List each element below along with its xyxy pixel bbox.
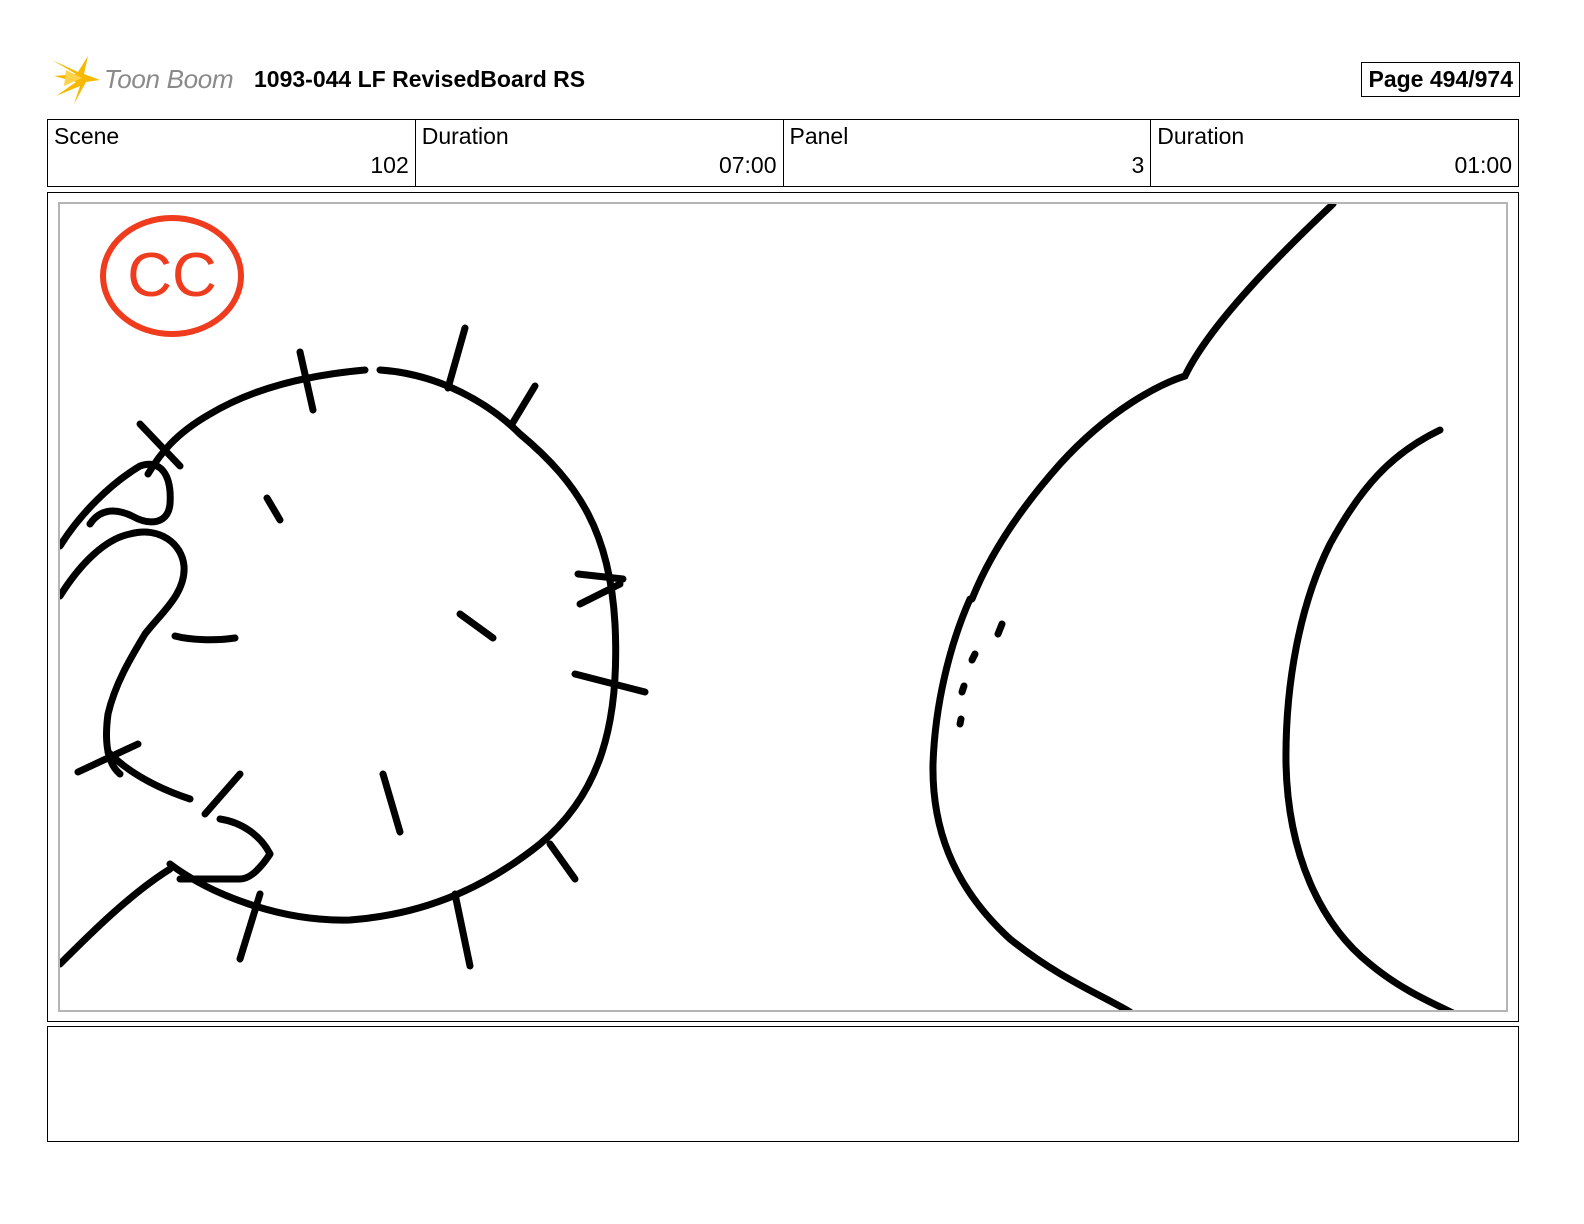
document-title: 1093-044 LF RevisedBoard RS: [254, 66, 586, 92]
panel-duration-label: Duration: [1157, 123, 1245, 149]
storyboard-panel: CC: [47, 192, 1519, 1022]
scene-label: Scene: [54, 123, 120, 149]
cc-stamp: CC: [100, 215, 244, 337]
page-header: Toon Boom 1093-044 LF RevisedBoard RS Pa…: [48, 52, 1520, 108]
logo-wordmark: Toon Boom: [104, 64, 234, 94]
panel-label: Panel: [789, 123, 849, 149]
large-shape-drawing: [929, 204, 1455, 1010]
scene-value: 102: [370, 152, 409, 178]
round-object-drawing: [60, 324, 649, 970]
scene-info-table: Scene 102 Duration 07:00 Panel 3 Duratio…: [47, 119, 1519, 187]
panel-duration-cell: Duration 01:00: [1151, 120, 1518, 186]
star-burst-icon: [52, 56, 100, 104]
panel-cell: Panel 3: [784, 120, 1152, 186]
cc-stamp-text: CC: [127, 241, 217, 310]
toon-boom-logo: Toon Boom: [48, 52, 238, 108]
scene-duration-label: Duration: [421, 123, 509, 149]
scene-duration-cell: Duration 07:00: [416, 120, 784, 186]
panel-duration-value: 01:00: [1454, 152, 1512, 178]
page-number: Page 494/974: [1361, 62, 1520, 97]
panel-notes-box: [47, 1026, 1519, 1142]
panel-value: 3: [1131, 152, 1145, 178]
scene-duration-value: 07:00: [718, 152, 777, 178]
scene-cell: Scene 102: [48, 120, 416, 186]
panel-drawing: CC: [60, 204, 1455, 1010]
panel-image: CC: [58, 202, 1508, 1012]
